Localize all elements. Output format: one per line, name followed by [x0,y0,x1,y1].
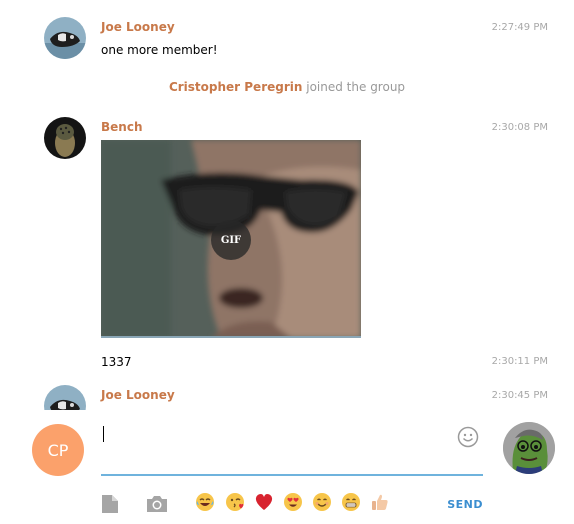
avatar-joe-looney[interactable] [44,17,86,59]
face-with-tears-of-joy-icon[interactable] [195,492,215,512]
avatar-bench[interactable] [44,117,86,159]
message-input[interactable] [101,420,483,476]
compose-area: CP SEND [0,410,574,524]
peer-avatar[interactable] [503,422,555,474]
service-user-name[interactable]: Cristopher Peregrin [169,80,302,94]
grinning-face-icon[interactable] [341,492,361,512]
message-time: 2:30:45 PM [491,390,548,401]
thumbs-up-icon[interactable] [370,492,390,512]
smiley-icon[interactable] [457,426,479,448]
sender-name[interactable]: Joe Looney [101,388,175,402]
sender-name[interactable]: Bench [101,120,142,134]
heart-eyes-icon[interactable] [283,492,303,512]
message-text: 1337 [101,355,132,369]
text-caret [103,426,104,442]
send-button[interactable]: SEND [447,498,483,511]
sender-name[interactable]: Joe Looney [101,20,175,34]
attach-file-icon[interactable] [101,494,119,518]
message-text: one more member! [101,43,218,57]
smiling-face-icon[interactable] [312,492,332,512]
message-time: 2:30:08 PM [491,122,548,133]
gif-badge[interactable]: GIF [211,220,251,260]
message-time: 2:27:49 PM [491,22,548,33]
red-heart-icon[interactable] [254,492,274,512]
my-avatar[interactable]: CP [32,424,84,476]
service-message: Cristopher Peregrin joined the group [0,80,574,94]
face-blowing-kiss-icon[interactable] [225,492,245,512]
camera-icon[interactable] [146,494,168,518]
gif-media[interactable]: GIF [101,140,361,338]
service-text: joined the group [306,80,406,94]
message-time: 2:30:11 PM [491,356,548,367]
